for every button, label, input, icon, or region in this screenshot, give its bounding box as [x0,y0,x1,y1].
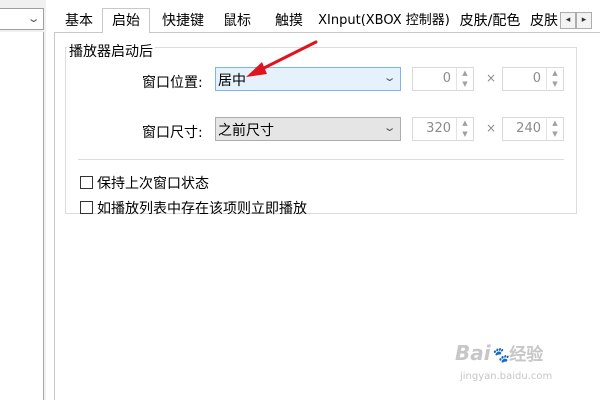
watermark-url: jingyan.baidu.com [460,371,553,382]
tab-startup[interactable]: 启始 [102,8,150,33]
watermark-logo: Bai🐾经验 [455,341,544,365]
